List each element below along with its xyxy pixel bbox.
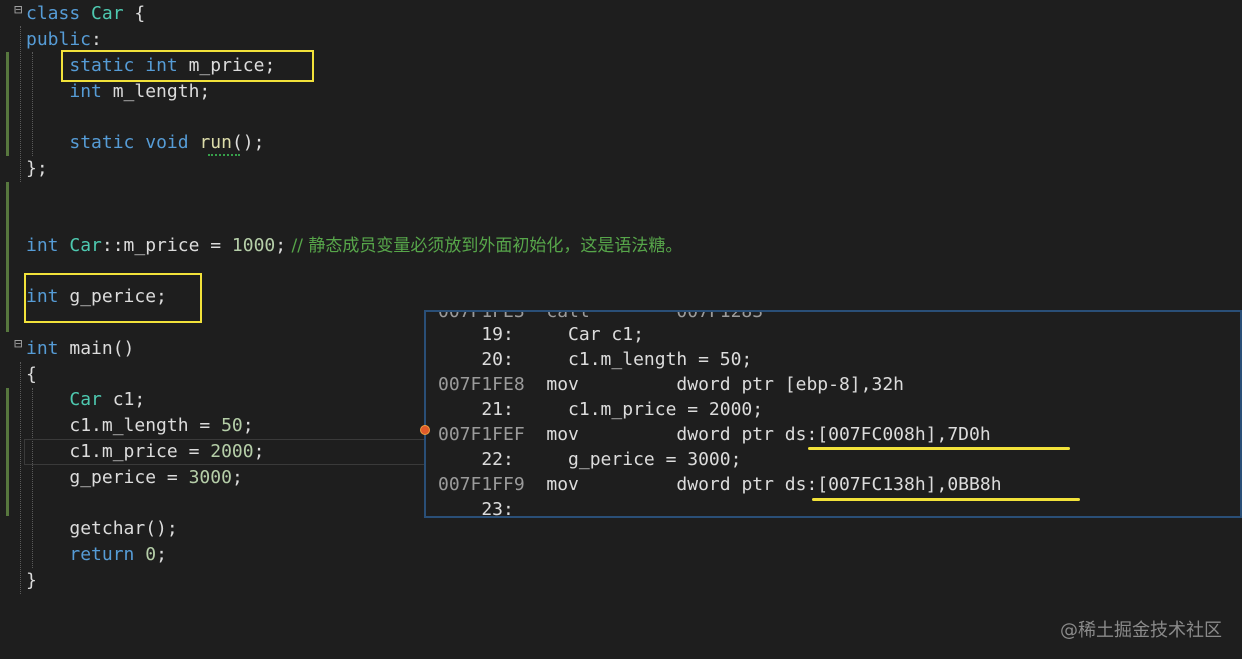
code-text: m_length;	[101, 81, 211, 102]
address: 007F1FEF	[438, 424, 525, 445]
code-line: int m_length;	[26, 79, 210, 105]
instruction: mov dword ptr ds:[007FC138h],0BB8h	[524, 474, 1002, 495]
source-line: 20: c1.m_length = 50;	[438, 349, 753, 370]
disasm-line: 007F1FEF mov dword ptr ds:[007FC008h],7D…	[438, 422, 991, 447]
indent-guide	[20, 362, 21, 594]
code-line: }	[26, 568, 37, 594]
keyword: class	[26, 3, 81, 24]
address: 007F1FE8	[438, 374, 525, 395]
indent-guide	[20, 26, 21, 182]
source-line: 22: g_perice = 3000;	[438, 449, 742, 470]
function-name: main()	[58, 338, 135, 359]
code-text: {	[123, 3, 146, 24]
collapse-icon[interactable]: ⊟	[14, 336, 26, 352]
collapse-icon[interactable]: ⊟	[14, 2, 26, 18]
number-literal: 3000	[188, 467, 232, 488]
code-line: int Car::m_price = 1000; // 静态成员变量必须放到外面…	[26, 233, 682, 259]
breakpoint-icon[interactable]	[420, 425, 430, 435]
keyword: return	[69, 544, 135, 565]
instruction: mov dword ptr [ebp-8],32h	[524, 374, 904, 395]
code-text: ::m_price =	[101, 235, 232, 256]
source-line: 21: c1.m_price = 2000;	[438, 399, 764, 420]
change-marker	[6, 182, 9, 332]
function-name: run	[199, 132, 232, 153]
code-text: :	[91, 29, 102, 50]
code-line: {	[26, 362, 37, 388]
code-line: g_perice = 3000;	[26, 465, 243, 491]
code-line: class Car {	[26, 1, 145, 27]
keyword: public	[26, 29, 92, 50]
code-text: }	[26, 570, 37, 591]
change-marker	[6, 52, 9, 156]
code-line: Car c1;	[26, 387, 145, 413]
code-line: return 0;	[26, 542, 167, 568]
disassembly-popup: 007F1FE3 call 007F1283 19: Car c1; 20: c…	[424, 310, 1242, 518]
code-line: c1.m_price = 2000;	[26, 439, 264, 465]
warning-squiggle	[208, 152, 240, 156]
watermark: @稀土掘金技术社区	[1060, 620, 1222, 641]
annotation-underline	[808, 447, 1070, 450]
code-text: ();	[145, 518, 178, 539]
annotation-box	[61, 50, 314, 82]
source-line: 23:	[438, 499, 514, 518]
disasm-line: 007F1FF9 mov dword ptr ds:[007FC138h],0B…	[438, 472, 1002, 497]
code-text: g_perice =	[69, 467, 189, 488]
code-text: ;	[253, 441, 265, 462]
class-name: Car	[91, 3, 124, 24]
code-line: };	[26, 156, 48, 182]
number-literal: 0	[145, 544, 157, 565]
class-name: Car	[69, 235, 102, 256]
keyword: int	[26, 235, 59, 256]
code-text: ;	[156, 544, 167, 565]
code-text: ;	[275, 235, 287, 256]
function-name: getchar	[69, 518, 146, 539]
keyword: static	[69, 132, 135, 153]
code-text: ();	[231, 132, 265, 153]
code-text: ;	[231, 467, 243, 488]
code-line: getchar();	[26, 516, 178, 542]
number-literal: 50	[221, 415, 243, 436]
keyword: void	[145, 132, 189, 153]
code-comment: // 静态成员变量必须放到外面初始化，这是语法糖。	[286, 236, 683, 256]
annotation-underline	[812, 498, 1080, 501]
keyword: int	[26, 338, 59, 359]
code-text: ;	[242, 415, 254, 436]
source-line: 19: Car c1;	[438, 324, 644, 345]
code-text: c1.m_length =	[69, 415, 222, 436]
number-literal: 2000	[210, 441, 254, 462]
number-literal: 1000	[231, 235, 276, 256]
code-text: c1.m_price =	[69, 441, 211, 462]
annotation-box	[24, 273, 202, 323]
disasm-line: 007F1FE8 mov dword ptr [ebp-8],32h	[438, 372, 904, 397]
keyword: int	[69, 81, 102, 102]
code-line: int main()	[26, 336, 134, 362]
instruction: mov dword ptr ds:[007FC008h],7D0h	[524, 424, 991, 445]
class-name: Car	[69, 389, 102, 410]
code-text: {	[26, 364, 37, 385]
code-text: };	[26, 158, 48, 179]
address: 007F1FF9	[438, 474, 525, 495]
code-line: c1.m_length = 50;	[26, 413, 254, 439]
code-text: c1;	[101, 389, 146, 410]
change-marker	[6, 388, 9, 516]
